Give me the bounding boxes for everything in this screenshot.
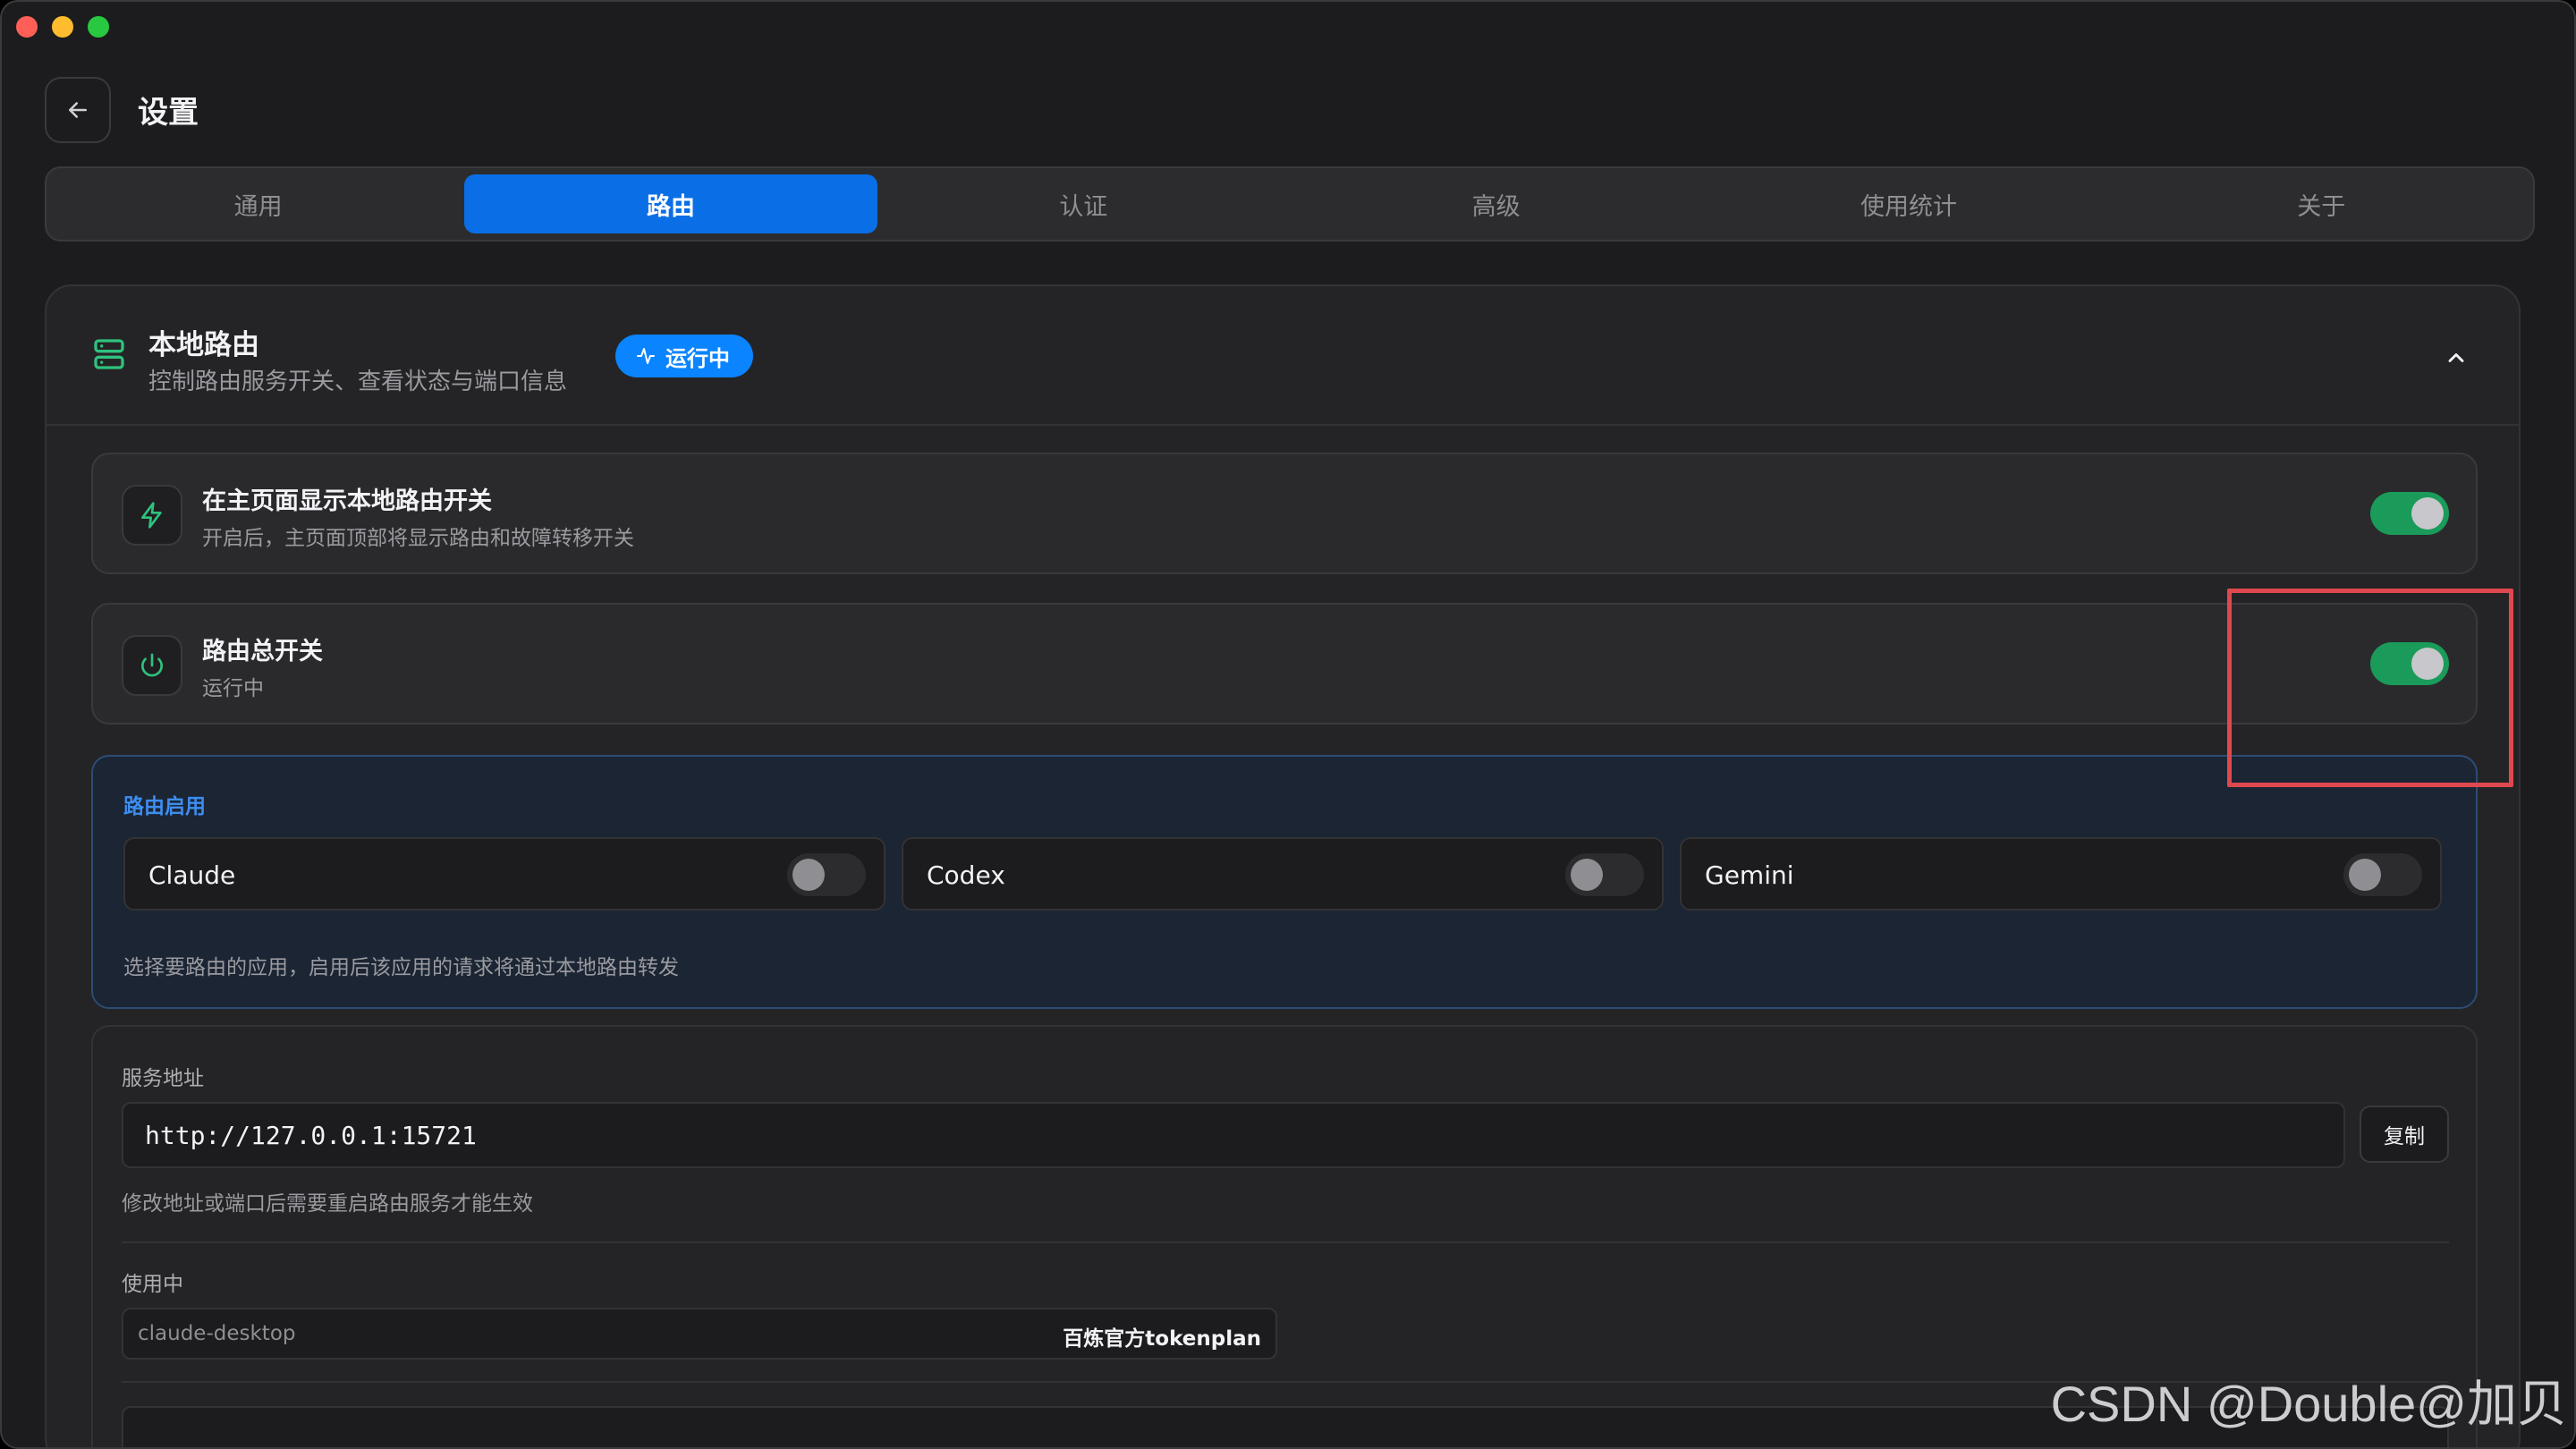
toggle-knob: [1571, 859, 1603, 891]
copy-button[interactable]: 复制: [2360, 1106, 2449, 1163]
minimize-window-button[interactable]: [52, 16, 73, 38]
gemini-route-toggle[interactable]: [2343, 853, 2422, 896]
row-subtitle: 运行中: [202, 677, 264, 700]
in-use-client: claude-desktop: [138, 1322, 296, 1345]
in-use-label: 使用中: [122, 1273, 183, 1296]
window-controls: [16, 16, 109, 38]
toggle-knob: [792, 859, 825, 891]
app-name: Claude: [148, 860, 236, 890]
show-routing-toggle[interactable]: [2370, 492, 2449, 535]
tab-about[interactable]: 关于: [2115, 174, 2528, 233]
highlight-annotation: [2227, 589, 2513, 787]
tab-general[interactable]: 通用: [52, 174, 464, 233]
app-name: Gemini: [1705, 860, 1794, 890]
power-icon: [141, 653, 163, 677]
toggle-knob: [2349, 859, 2381, 891]
tab-auth[interactable]: 认证: [877, 174, 1290, 233]
arrow-left-icon: [69, 102, 87, 118]
app-window: 设置 通用 路由 认证 高级 使用统计 关于 本地路由 控制路由服务开关、查看状…: [0, 0, 2576, 1449]
local-routing-panel: 本地路由 控制路由服务开关、查看状态与端口信息 运行中 在主页面显示本地路由开关…: [45, 284, 2521, 1447]
status-badge: 运行中: [615, 335, 753, 377]
row-subtitle: 开启后，主页面顶部将显示路由和故障转移开关: [202, 527, 634, 550]
routing-apps-hint: 选择要路由的应用，启用后该应用的请求将通过本地路由转发: [123, 956, 679, 979]
watermark: CSDN @Double@加贝: [2050, 1376, 2567, 1432]
row-title: 在主页面显示本地路由开关: [202, 487, 492, 515]
row-title: 路由总开关: [202, 638, 323, 665]
section-subtitle: 控制路由服务开关、查看状态与端口信息: [148, 369, 568, 395]
settings-tabs: 通用 路由 认证 高级 使用统计 关于: [45, 166, 2535, 242]
claude-route-toggle[interactable]: [787, 853, 866, 896]
service-address-label: 服务地址: [122, 1067, 204, 1090]
show-routing-toggle-row: 在主页面显示本地路由开关 开启后，主页面顶部将显示路由和故障转移开关: [91, 453, 2478, 574]
app-name: Codex: [927, 860, 1005, 890]
service-hint: 修改地址或端口后需要重启路由服务才能生效: [122, 1192, 533, 1216]
codex-route-toggle[interactable]: [1565, 853, 1644, 896]
tab-usage-stats[interactable]: 使用统计: [1702, 174, 2114, 233]
app-item-claude: Claude: [123, 837, 886, 911]
section-title: 本地路由: [148, 329, 259, 361]
in-use-item[interactable]: claude-desktop 百炼官方tokenplan: [122, 1308, 1277, 1360]
server-icon: [94, 339, 124, 369]
routing-apps-label: 路由启用: [123, 795, 206, 818]
back-button[interactable]: [45, 77, 111, 143]
close-window-button[interactable]: [16, 16, 38, 38]
service-url-field[interactable]: http://127.0.0.1:15721: [122, 1102, 2345, 1168]
page-title: 设置: [138, 95, 199, 131]
app-item-codex: Codex: [902, 837, 1664, 911]
toggle-knob: [2411, 497, 2444, 530]
row-icon-box: [122, 635, 182, 696]
tab-routing[interactable]: 路由: [464, 174, 877, 233]
chevron-up-icon[interactable]: [2444, 345, 2469, 370]
divider: [122, 1241, 2449, 1243]
in-use-provider: 百炼官方tokenplan: [1063, 1327, 1261, 1351]
maximize-window-button[interactable]: [88, 16, 109, 38]
master-switch-row: 路由总开关 运行中: [91, 603, 2478, 724]
tab-advanced[interactable]: 高级: [1290, 174, 1702, 233]
status-badge-label: 运行中: [665, 345, 730, 371]
panel-header[interactable]: 本地路由 控制路由服务开关、查看状态与端口信息 运行中: [47, 286, 2519, 426]
activity-icon: [637, 348, 655, 364]
app-item-gemini: Gemini: [1680, 837, 2442, 911]
routing-apps-card: 路由启用 Claude Codex Gemini 选择要路由的应用，启用后该应用…: [91, 755, 2478, 1009]
lightning-icon: [141, 502, 162, 529]
row-icon-box: [122, 485, 182, 546]
